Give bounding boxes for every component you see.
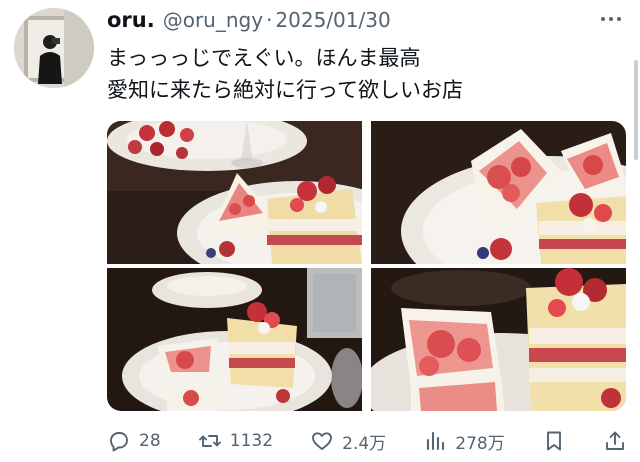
share-icon [606,431,624,450]
like-icon [312,432,333,450]
like-count: 2.4万 [342,433,387,454]
author-name[interactable]: oru. [107,8,155,32]
like-button[interactable]: 2.4万 [310,429,386,454]
media-photo-3[interactable] [107,268,362,411]
view-count: 278万 [455,433,505,454]
media-grid [107,121,626,411]
post-text-line: まっっっじでえぐい。ほんま最高 [107,46,421,70]
reply-button[interactable]: 28 [107,429,161,453]
share-button[interactable] [603,429,627,453]
post-text: まっっっじでえぐい。ほんま最高 愛知に来たら絶対に行って欲しいお店 [107,42,463,106]
separator-dot: · [266,8,273,32]
more-icon [601,17,621,21]
post-date[interactable]: 2025/01/30 [275,8,390,32]
bookmark-icon [546,431,561,451]
cake-photo [107,268,362,411]
action-bar: 28 1132 2.4万 278万 [107,424,627,458]
avatar-photo [14,8,94,88]
views-button[interactable]: 278万 [423,429,505,454]
media-photo-2[interactable] [371,121,626,264]
author-handle[interactable]: @oru_ngy [163,8,263,32]
repost-button[interactable]: 1132 [198,429,273,453]
cake-photo [371,121,626,264]
views-icon [427,431,445,451]
cake-photo [371,268,626,411]
reply-icon [110,432,128,452]
repost-count: 1132 [229,431,274,451]
reply-count: 28 [139,431,161,451]
avatar[interactable] [14,8,94,88]
post-header: oru. @oru_ngy · 2025/01/30 [107,6,580,34]
media-photo-1[interactable] [107,121,362,264]
post-text-line: 愛知に来たら絶対に行って欲しいお店 [107,78,463,102]
scrollbar[interactable] [634,60,638,160]
repost-icon [198,435,221,447]
media-photo-4[interactable] [371,268,626,411]
bookmark-button[interactable] [542,429,566,453]
cake-photo [107,121,362,264]
more-options-button[interactable] [596,8,626,30]
